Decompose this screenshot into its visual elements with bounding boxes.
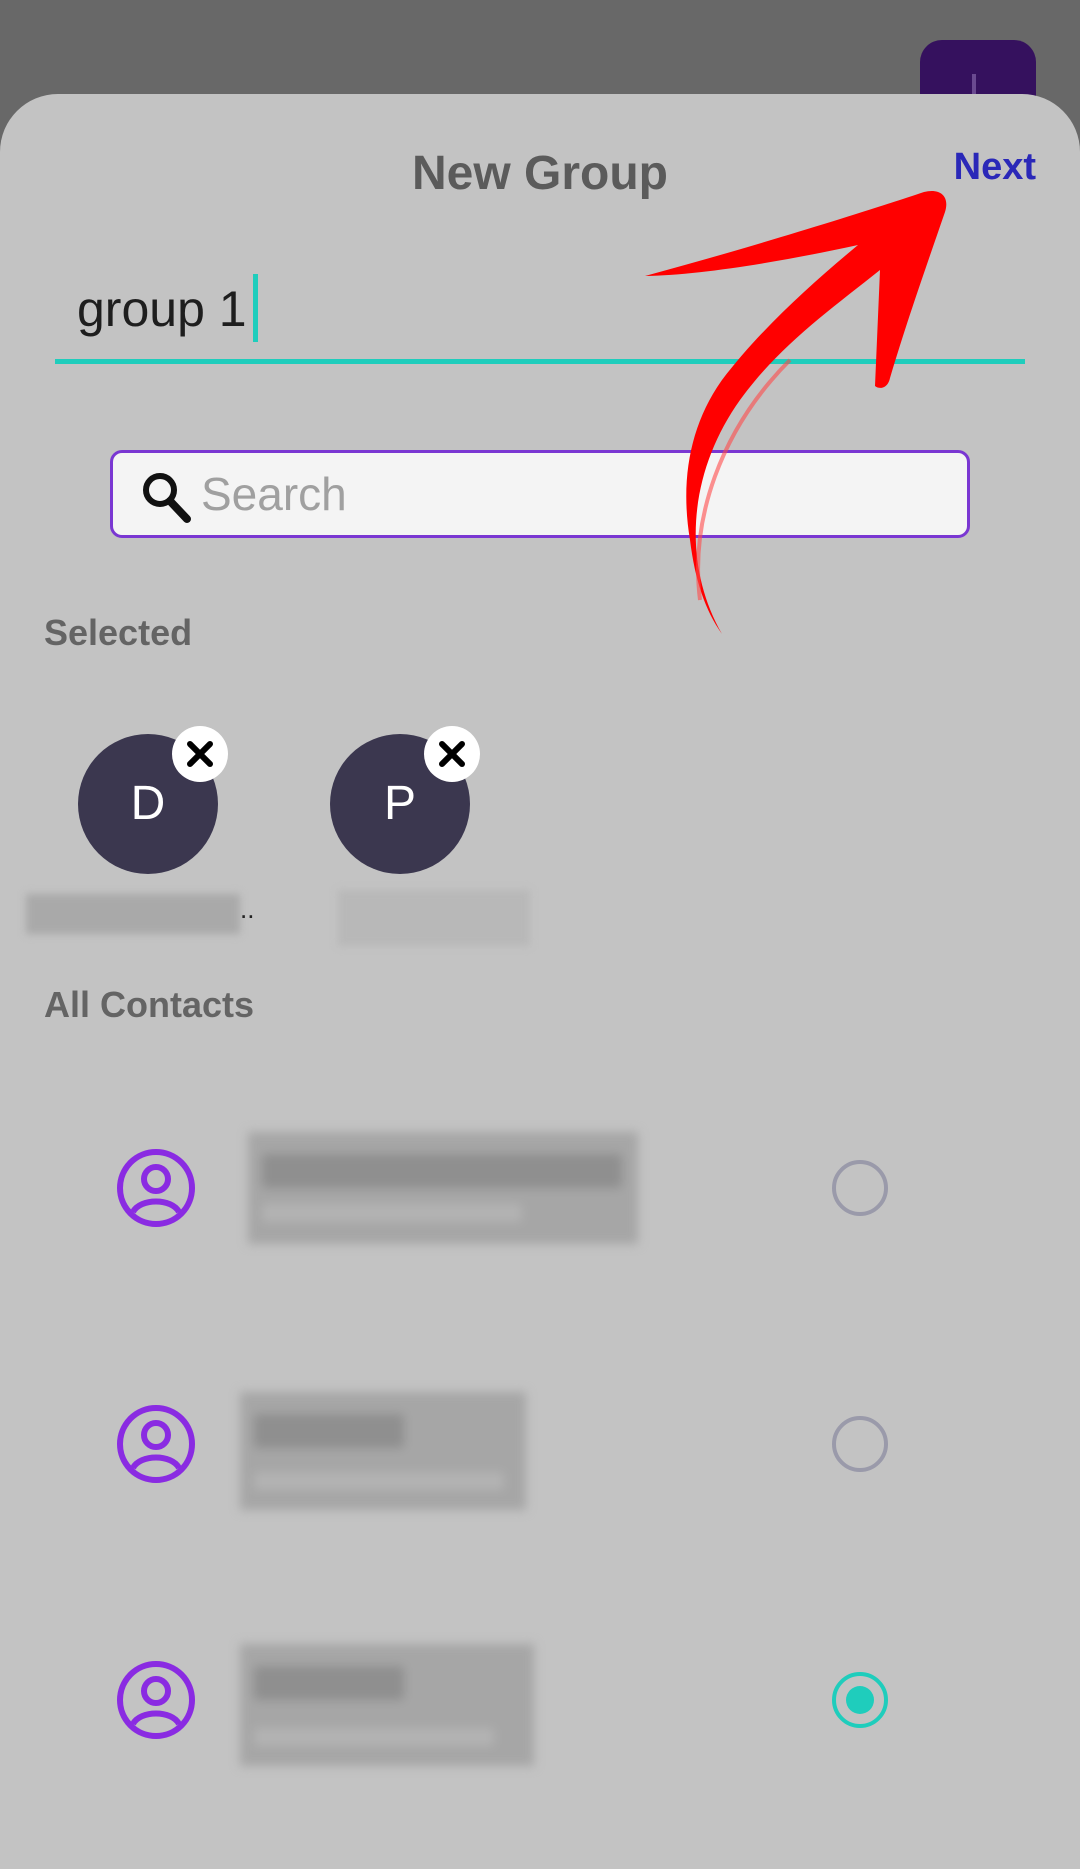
close-icon	[439, 741, 465, 767]
selected-chip-name-redacted	[338, 890, 530, 946]
contact-select-radio[interactable]	[832, 1160, 888, 1216]
text-cursor	[252, 273, 258, 342]
user-circle-icon	[117, 1149, 195, 1227]
selected-chip-name-ellipsis: ..	[240, 894, 255, 924]
close-icon	[187, 741, 213, 767]
background-app-bar	[0, 0, 1080, 100]
contact-select-radio-checked[interactable]	[832, 1672, 888, 1728]
search-input[interactable]: Search	[110, 450, 970, 538]
selected-section-label: Selected	[44, 612, 193, 653]
search-placeholder: Search	[201, 468, 347, 520]
next-button[interactable]: Next	[954, 146, 1036, 189]
new-group-sheet: New Group Next group 1 Search Selected D…	[0, 94, 1080, 1869]
remove-chip-button[interactable]	[172, 726, 228, 782]
contact-name-redacted	[248, 1132, 638, 1244]
group-name-input[interactable]: group 1	[77, 273, 258, 342]
remove-chip-button[interactable]	[424, 726, 480, 782]
user-circle-icon	[117, 1405, 195, 1483]
selected-chip-name-redacted	[26, 894, 240, 934]
search-icon	[143, 473, 191, 523]
user-circle-icon	[117, 1661, 195, 1739]
all-contacts-section-label: All Contacts	[44, 984, 255, 1025]
contact-select-radio[interactable]	[832, 1416, 888, 1472]
page-title: New Group	[411, 147, 668, 200]
contact-name-redacted	[240, 1644, 534, 1766]
contact-name-redacted	[240, 1392, 526, 1510]
group-name-value: group 1	[77, 281, 247, 337]
group-name-field[interactable]: group 1	[55, 273, 1025, 364]
